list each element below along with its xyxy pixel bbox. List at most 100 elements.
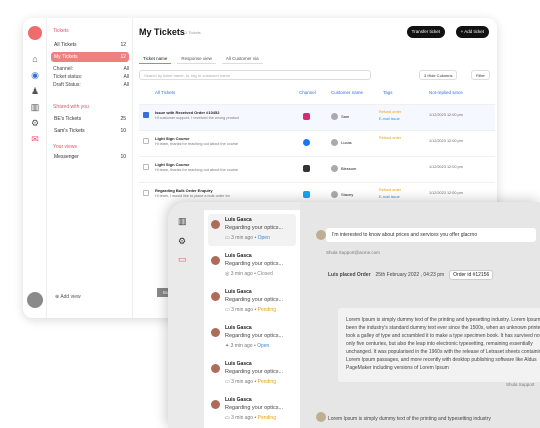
not-replied-time: 1/12/2023 12:00 pm xyxy=(429,191,463,195)
avatar xyxy=(211,256,220,265)
sidebar-item-sam-tickets[interactable]: Sam's Tickets 10 xyxy=(51,126,129,136)
ticket-title: Light Sign Course xyxy=(155,162,190,167)
settings-icon[interactable]: ⚙ xyxy=(178,236,188,246)
not-replied-time: 1/12/2023 12:00 pm xyxy=(429,139,463,143)
inbox-icon[interactable]: ✉ xyxy=(29,134,41,144)
customer-cell: Sam xyxy=(331,113,349,120)
tag-list: Refund order E-mail issue xyxy=(379,110,402,121)
ticket-desc: Hi team, I would like to place a bulk or… xyxy=(155,194,230,198)
ticket-count: 1 Tickets xyxy=(185,30,201,35)
chat-panel: I'm interested to know about prices and … xyxy=(300,202,540,428)
avatar[interactable] xyxy=(27,292,43,308)
avatar xyxy=(316,412,326,422)
inbox-rail: ▥ ⚙ ▭ xyxy=(168,202,204,428)
list-item[interactable]: Luis Gasca Regarding your optics... ▭ 3 mi… xyxy=(208,214,296,246)
ticket-title: Issue with Received Order #10452 xyxy=(155,110,220,115)
ticket-status-filter[interactable]: Ticket status: All xyxy=(53,74,129,80)
tickets-icon[interactable]: ◉ xyxy=(29,70,41,80)
row-checkbox[interactable] xyxy=(143,138,149,144)
row-checkbox[interactable] xyxy=(143,112,149,118)
list-item[interactable]: Luis Gasca Regarding your optics... ◎ 3 mi… xyxy=(208,250,296,282)
col-channel[interactable]: Channel xyxy=(299,90,316,95)
home-icon[interactable]: ⌂ xyxy=(29,54,41,64)
shared-header: Shared with you xyxy=(53,104,89,110)
list-item[interactable]: Luis Gasca Regarding your optics... ▭ 3 mi… xyxy=(208,358,296,390)
nav-rail: ⌂ ◉ ♟ ▥ ⚙ ✉ xyxy=(23,18,47,318)
col-tags[interactable]: Tags xyxy=(383,90,393,95)
order-id-badge[interactable]: Order id #12156 xyxy=(449,270,494,280)
sidebar-item-messenger[interactable]: Messenger 10 xyxy=(51,152,129,162)
not-replied-time: 1/12/2023 12:00 pm xyxy=(429,165,463,169)
list-item[interactable]: Luis Gasca Regarding your optics... ▭ 3 mi… xyxy=(208,286,296,318)
sidebar-item-be-tickets[interactable]: BE's Tickets 25 xyxy=(51,114,129,124)
search-input[interactable]: Search by ticket name, id, tag or custom… xyxy=(139,70,371,80)
reports-icon[interactable]: ▥ xyxy=(29,102,41,112)
ticket-title: Light Sign Course xyxy=(155,136,190,141)
col-tickets[interactable]: All Tickets xyxy=(155,90,175,95)
avatar xyxy=(331,165,338,172)
avatar xyxy=(331,191,338,198)
customer-cell: Blessum xyxy=(331,165,356,172)
customer-message: I'm interested to know about prices and … xyxy=(326,228,536,242)
tickets-header: Tickets xyxy=(53,28,69,34)
sidebar-item-my-tickets[interactable]: My Tickets 12 xyxy=(51,52,129,62)
sidebar-item-all-tickets[interactable]: All Tickets 12 xyxy=(51,40,129,50)
chat-icon[interactable]: ▭ xyxy=(178,254,188,264)
twitter-icon xyxy=(303,191,310,198)
customer-cell: Lucas xyxy=(331,139,352,146)
channel-filter[interactable]: Channel: All xyxy=(53,66,129,72)
tab-ticket-name[interactable]: Ticket name xyxy=(139,54,172,64)
filter-button[interactable]: Filter xyxy=(471,70,490,80)
col-not-replied[interactable]: Not-replied since xyxy=(429,90,463,95)
transfer-ticket-button[interactable]: Transfer ticket xyxy=(406,26,445,38)
avatar xyxy=(211,220,220,229)
page-title: My Tickets xyxy=(139,27,185,37)
ticket-desc: Hi customer support, I received the wron… xyxy=(155,116,239,120)
row-checkbox[interactable] xyxy=(143,164,149,170)
views-header: Your views xyxy=(53,144,77,150)
tab-customer-via[interactable]: All Customer via xyxy=(221,54,263,64)
avatar xyxy=(331,113,338,120)
message-via: Shula Support@acme.com xyxy=(326,250,380,255)
users-icon[interactable]: ♟ xyxy=(29,86,41,96)
not-replied-time: 1/12/2023 12:00 pm xyxy=(429,113,463,117)
col-customer[interactable]: Customer name xyxy=(331,90,363,95)
list-item[interactable]: Luis Gasca Regarding your optics... ✦ 3 mi… xyxy=(208,322,296,354)
ticket-title: Regarding Bulk Order Enquiry xyxy=(155,188,213,193)
tab-response-view[interactable]: Response view xyxy=(177,54,216,64)
table-row[interactable]: Light Sign Course Hi team, thanks for re… xyxy=(139,156,495,182)
order-event: Luis placed Order 25th February 2022 , 0… xyxy=(328,270,494,280)
avatar xyxy=(331,139,338,146)
conversation-list: Luis Gasca Regarding your optics... ▭ 3 mi… xyxy=(204,210,300,428)
settings-icon[interactable]: ⚙ xyxy=(29,118,41,128)
table-header: All Tickets Channel Customer name Tags N… xyxy=(139,90,495,100)
ticket-sidebar: Tickets All Tickets 12 My Tickets 12 Chann… xyxy=(47,18,133,318)
avatar xyxy=(211,328,220,337)
message-via: Shula Support xyxy=(506,382,535,387)
agent-message: Lorem Ipsum is simply dummy text of the … xyxy=(338,308,540,382)
instagram-icon xyxy=(303,113,310,120)
ticket-desc: Hi team, thanks for reaching out about t… xyxy=(155,142,239,146)
reports-icon[interactable]: ▥ xyxy=(178,216,188,226)
messenger-icon xyxy=(303,139,310,146)
row-checkbox[interactable] xyxy=(143,190,149,196)
customer-cell: Stacey xyxy=(331,191,353,198)
tag-list: Refund order E-mail issue xyxy=(379,188,402,199)
customer-message: Lorem Ipsum is simply dummy text of the … xyxy=(328,416,491,422)
table-row[interactable]: Issue with Received Order #10452 Hi cust… xyxy=(139,104,495,130)
avatar xyxy=(211,364,220,373)
hide-columns-button[interactable]: 3 Hide Columns xyxy=(419,70,458,80)
add-ticket-button[interactable]: + Add ticket xyxy=(455,26,489,38)
avatar xyxy=(211,400,220,409)
tag-list: Refund order xyxy=(379,136,402,140)
list-item[interactable]: Luis Gasca Regarding your optics... ▭ 3 mi… xyxy=(208,394,296,426)
draft-status-filter[interactable]: Draft Status: All xyxy=(53,82,129,88)
ticket-desc: Hi team, thanks for reaching out about t… xyxy=(155,168,239,172)
add-view-button[interactable]: ⊕ Add view xyxy=(55,294,81,300)
table-row[interactable]: Light Sign Course Hi team, thanks for re… xyxy=(139,130,495,156)
avatar xyxy=(316,230,326,240)
app-logo xyxy=(28,26,42,40)
avatar xyxy=(211,292,220,301)
email-icon xyxy=(303,165,310,172)
view-tabs: Ticket name Response view All Customer v… xyxy=(139,54,263,64)
